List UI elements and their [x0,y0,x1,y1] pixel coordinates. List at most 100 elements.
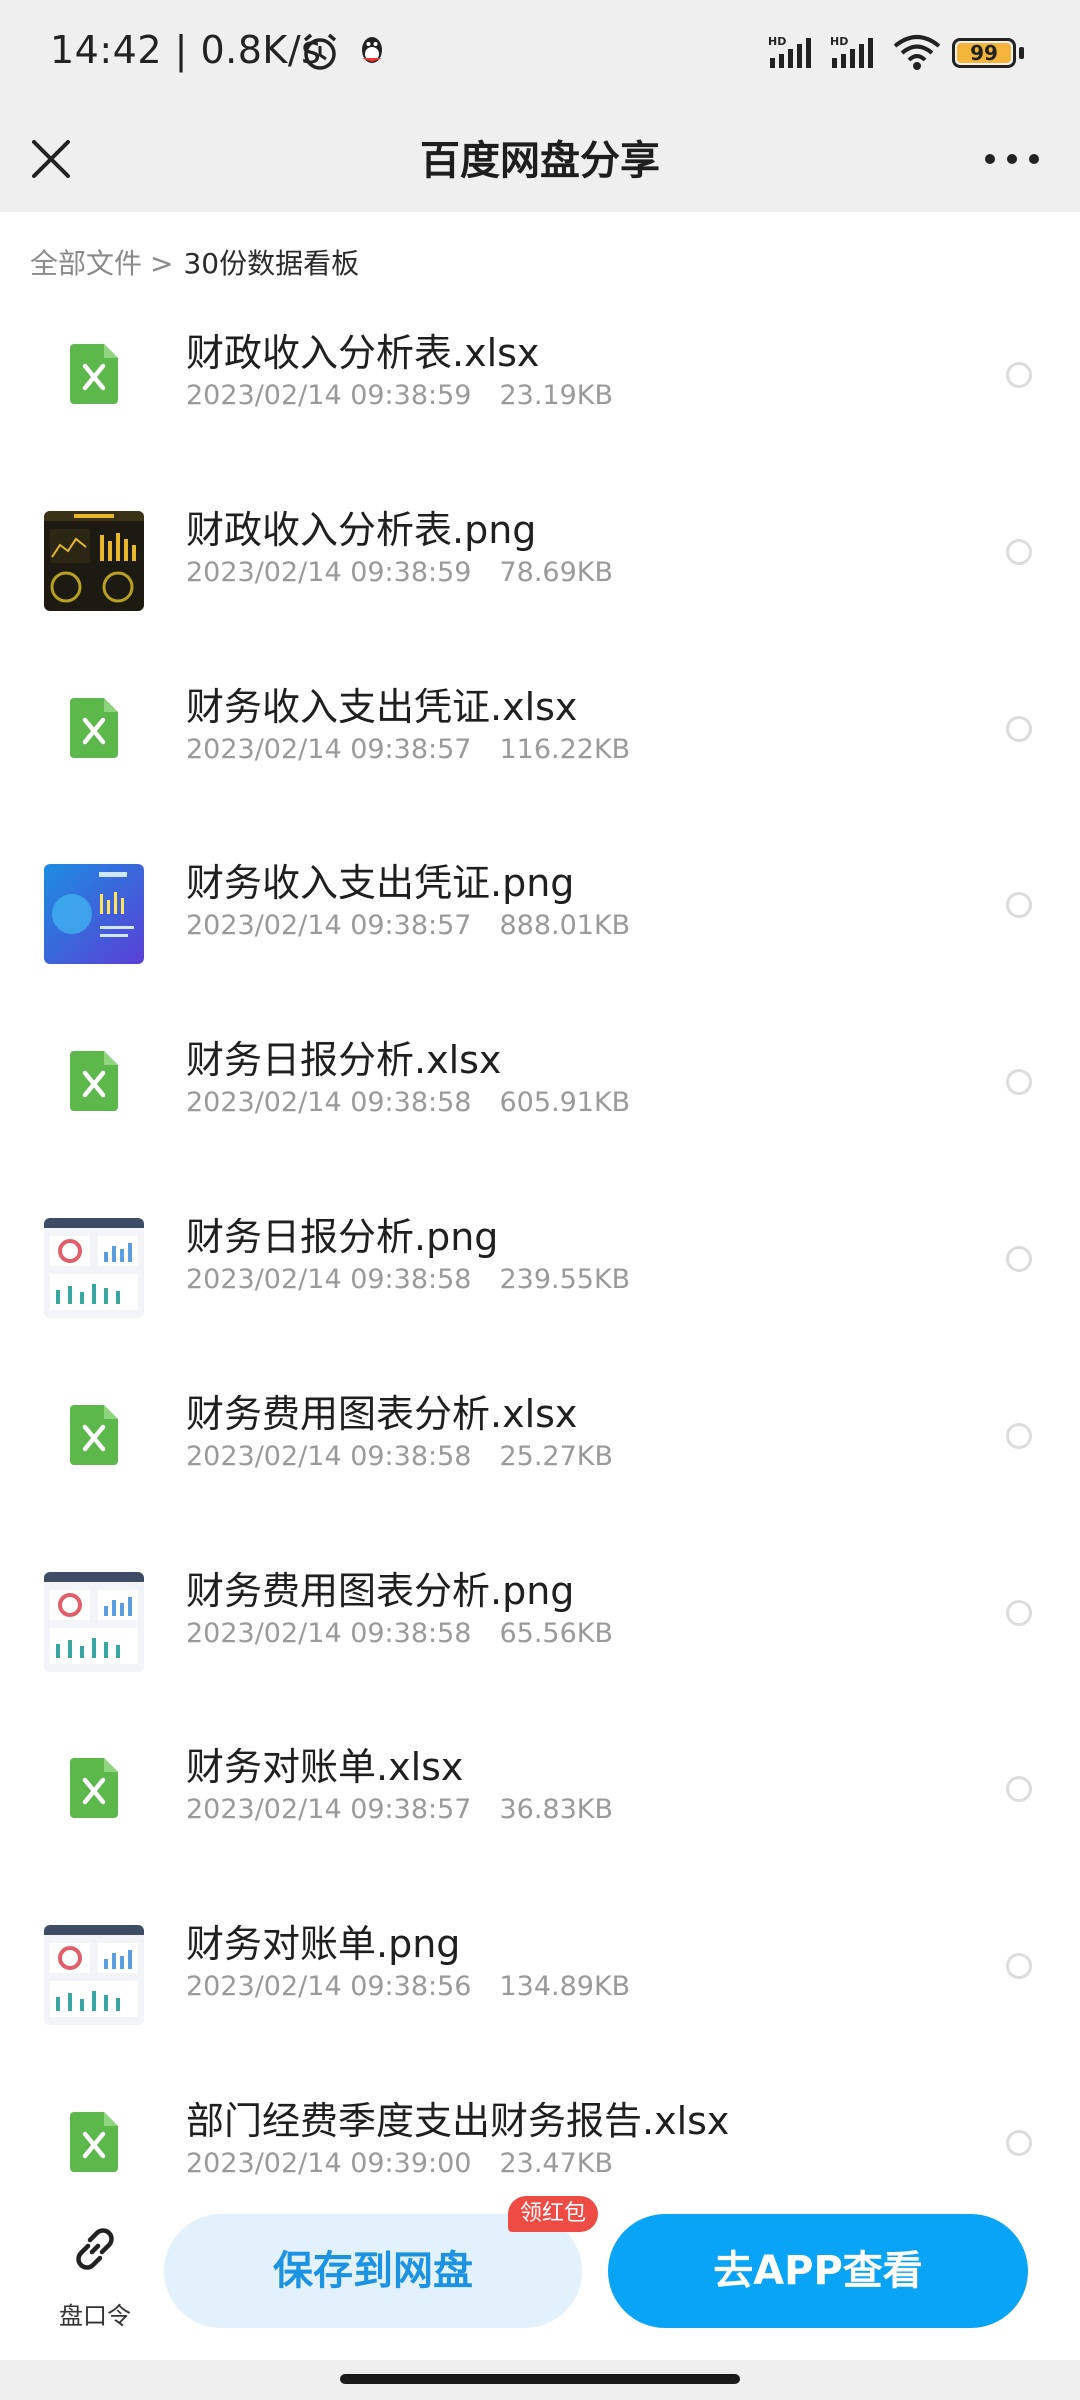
file-size: 605.91KB [499,1087,631,1119]
file-row[interactable]: 财务日报分析.xlsx 2023/02/14 09:38:58 605.91KB [0,1003,1080,1179]
file-size: 888.01KB [499,910,631,942]
breadcrumb: 全部文件 >30份数据看板 [30,242,359,282]
breadcrumb-current: 30份数据看板 [183,247,360,280]
file-date: 2023/02/14 09:38:58 [186,1617,472,1649]
wifi-icon [893,35,941,70]
xlsx-file-icon [70,1051,118,1112]
file-meta: 2023/02/14 09:38:58 25.27KB [186,1441,613,1472]
file-row[interactable]: 财政收入分析表.xlsx 2023/02/14 09:38:59 23.19KB [0,296,1080,472]
file-row[interactable]: 财务收入支出凭证.png 2023/02/14 09:38:57 888.01KB [0,826,1080,1002]
file-size: 23.47KB [499,2148,613,2179]
file-name: 财政收入分析表.png [186,507,537,552]
file-date: 2023/02/14 09:38:57 [186,910,472,942]
home-indicator-area [0,2360,1080,2400]
file-name: 财务费用图表分析.xlsx [186,1391,578,1436]
file-row[interactable]: 财政收入分析表.png 2023/02/14 09:38:59 78.69KB [0,473,1080,649]
select-radio[interactable] [1006,1599,1032,1626]
file-size: 134.89KB [499,1971,631,2003]
image-thumbnail [44,1571,144,1672]
file-size: 65.56KB [499,1617,613,1649]
file-date: 2023/02/14 09:38:58 [186,1440,472,1472]
file-name: 财务日报分析.png [186,1215,499,1259]
file-size: 23.19KB [499,380,613,411]
xlsx-file-icon [70,1404,118,1465]
bottom-action-bar: 盘口令 保存到网盘 领红包 去APP查看 [0,2190,1080,2360]
file-name: 财务收入支出凭证.xlsx [186,684,578,729]
file-date: 2023/02/14 09:39:00 [186,2148,472,2179]
file-meta: 2023/02/14 09:38:57 888.01KB [186,910,630,941]
xlsx-file-icon [70,344,118,404]
image-thumbnail [44,1925,144,2026]
file-row[interactable]: 财务收入支出凭证.xlsx 2023/02/14 09:38:57 116.22KB [0,650,1080,826]
file-date: 2023/02/14 09:38:57 [186,1794,472,1826]
svg-text:HD: HD [830,35,848,48]
file-date: 2023/02/14 09:38:57 [186,733,472,765]
qq-icon [362,37,382,63]
breadcrumb-separator: > [150,247,174,280]
image-thumbnail [44,1218,144,1318]
file-size: 116.22KB [499,733,631,765]
file-meta: 2023/02/14 09:38:56 134.89KB [186,1971,630,2002]
select-radio[interactable] [1006,1422,1032,1449]
red-packet-badge[interactable]: 领红包 [508,2196,599,2232]
nav-bar: 百度网盘分享 [0,106,1080,212]
xlsx-file-icon [70,697,118,758]
select-radio[interactable] [1006,2130,1032,2156]
more-icon[interactable] [980,144,1044,174]
file-row[interactable]: 财务费用图表分析.png 2023/02/14 09:38:58 65.56KB [0,1534,1080,1710]
select-radio[interactable] [1006,538,1032,565]
file-name: 财务收入支出凭证.png [186,861,575,906]
share-code-button[interactable]: 盘口令 [40,2220,150,2330]
file-name: 财务费用图表分析.png [186,1568,575,1613]
breadcrumb-root[interactable]: 全部文件 [30,247,142,280]
alarm-icon [303,33,337,70]
file-row[interactable]: 财务对账单.png 2023/02/14 09:38:56 134.89KB [0,1887,1080,2063]
file-meta: 2023/02/14 09:38:58 605.91KB [186,1087,630,1118]
file-row[interactable]: 财务对账单.xlsx 2023/02/14 09:38:57 36.83KB [0,1710,1080,1886]
file-date: 2023/02/14 09:38:59 [186,380,472,411]
file-name: 部门经费季度支出财务报告.xlsx [186,2099,730,2143]
select-radio[interactable] [1006,1953,1032,1980]
file-meta: 2023/02/14 09:38:57 36.83KB [186,1794,613,1825]
file-size: 239.55KB [499,1264,631,1295]
file-meta: 2023/02/14 09:39:00 23.47KB [186,2148,613,2179]
share-code-label: 盘口令 [59,2302,131,2330]
link-icon [76,2228,114,2270]
page-title: 百度网盘分享 [420,138,660,184]
file-name: 财务对账单.png [186,1922,461,1967]
home-indicator[interactable] [340,2374,740,2384]
file-size: 78.69KB [499,556,613,588]
select-radio[interactable] [1006,1776,1032,1803]
image-thumbnail [44,510,144,611]
file-meta: 2023/02/14 09:38:58 239.55KB [186,1264,630,1295]
xlsx-file-icon [70,1758,118,1819]
select-radio[interactable] [1006,362,1032,388]
file-date: 2023/02/14 09:38:58 [186,1087,472,1119]
select-radio[interactable] [1006,892,1032,919]
status-bar: 14:42 | 0.8K/s HD HD 99 [0,0,1080,106]
file-meta: 2023/02/14 09:38:58 65.56KB [186,1618,613,1649]
select-radio[interactable] [1006,715,1032,742]
file-meta: 2023/02/14 09:38:59 78.69KB [186,557,613,588]
xlsx-file-icon [70,2112,118,2172]
battery-tip [1019,47,1024,59]
file-date: 2023/02/14 09:38:56 [186,1971,472,2003]
open-in-app-button[interactable]: 去APP查看 [608,2214,1028,2328]
file-row[interactable]: 财务日报分析.png 2023/02/14 09:38:58 239.55KB [0,1180,1080,1356]
file-date: 2023/02/14 09:38:59 [186,556,472,588]
status-time: 14:42 | 0.8K/s [50,28,322,72]
signal-icon-2: HD [830,35,873,68]
file-date: 2023/02/14 09:38:58 [186,1264,472,1295]
battery-icon: 99 [952,38,1016,68]
file-size: 36.83KB [499,1794,613,1826]
image-thumbnail [44,864,144,965]
file-size: 25.27KB [499,1440,613,1472]
file-row[interactable]: 财务费用图表分析.xlsx 2023/02/14 09:38:58 25.27KB [0,1357,1080,1533]
file-name: 财务日报分析.xlsx [186,1038,502,1083]
file-name: 财政收入分析表.xlsx [186,331,540,375]
file-meta: 2023/02/14 09:38:59 23.19KB [186,380,613,411]
select-radio[interactable] [1006,1246,1032,1272]
svg-text:HD: HD [768,35,786,48]
file-name: 财务对账单.xlsx [186,1745,464,1790]
select-radio[interactable] [1006,1069,1032,1096]
